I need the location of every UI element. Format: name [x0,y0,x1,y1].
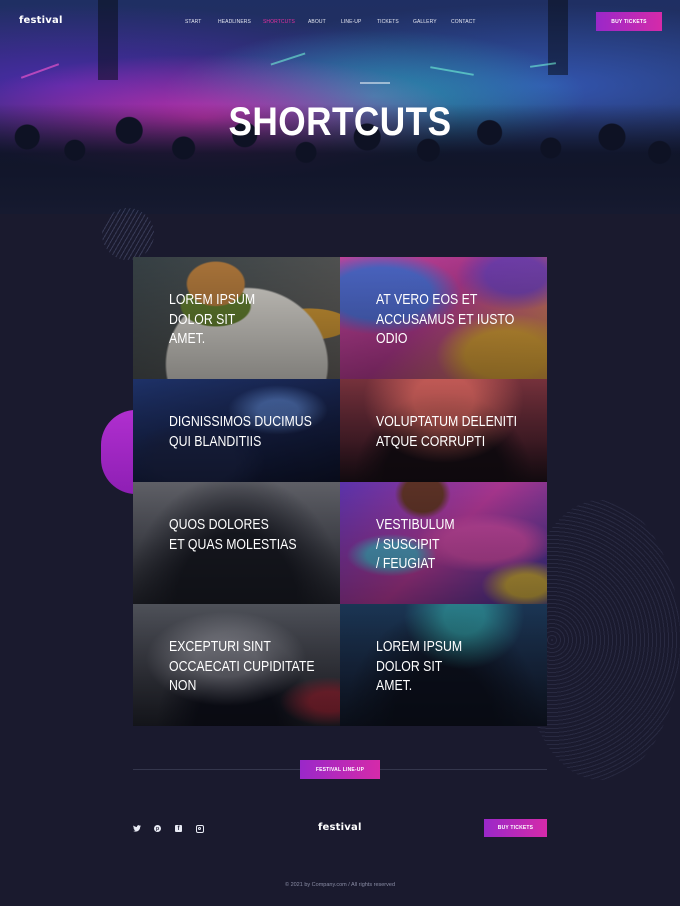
shortcut-tile[interactable]: VESTIBULUM / SUSCIPIT / FEUGIAT [340,482,547,604]
footer-buy-tickets-button[interactable]: BUY TICKETS [484,819,547,837]
shortcut-tile[interactable]: QUOS DOLORES ET QUAS MOLESTIAS [133,482,340,604]
facebook-icon-glyph: f [175,825,182,832]
twitter-icon[interactable] [132,824,141,833]
copyright-text: © 2021 by Company.com / All rights reser… [284,882,396,888]
pinterest-icon-glyph: p [154,825,161,832]
shortcut-label: EXCEPTURI SINT OCCAECATI CUPIDITATE NON [169,638,315,694]
stage-light [430,66,474,76]
stage-light [20,63,60,79]
shortcut-tile[interactable]: EXCEPTURI SINT OCCAECATI CUPIDITATE NON [133,604,340,726]
nav-item-line-up[interactable]: LINE-UP [341,19,361,25]
nav-item-gallery[interactable]: GALLERY [413,19,437,25]
buy-tickets-button[interactable]: BUY TICKETS [596,12,662,31]
instagram-icon[interactable] [195,824,204,833]
stage-light [360,82,390,84]
instagram-icon-glyph [195,824,204,833]
divider [380,769,547,770]
nav-item-shortcuts[interactable]: SHORTCUTS [263,19,295,25]
nav-item-headliners[interactable]: HEADLINERS [218,19,251,25]
pinterest-icon[interactable]: p [153,824,162,833]
shortcut-label: LOREM IPSUM DOLOR SIT AMET. [169,291,256,347]
shortcut-label: QUOS DOLORES ET QUAS MOLESTIAS [169,516,297,553]
shortcut-label: AT VERO EOS ET ACCUSAMUS ET IUSTO ODIO [376,291,515,347]
shortcut-label: DIGNISSIMOS DUCIMUS QUI BLANDITIIS [169,413,312,450]
shortcuts-grid: LOREM IPSUM DOLOR SIT AMET. AT VERO EOS … [133,257,547,726]
facebook-icon[interactable]: f [174,824,183,833]
nav-item-start[interactable]: START [185,19,201,25]
decorative-pattern [102,208,154,260]
shortcut-tile[interactable]: AT VERO EOS ET ACCUSAMUS ET IUSTO ODIO [340,257,547,379]
shortcut-tile[interactable]: LOREM IPSUM DOLOR SIT AMET. [340,604,547,726]
shortcut-tile[interactable]: DIGNISSIMOS DUCIMUS QUI BLANDITIIS [133,379,340,482]
nav-item-tickets[interactable]: TICKETS [377,19,399,25]
shortcut-tile[interactable]: LOREM IPSUM DOLOR SIT AMET. [133,257,340,379]
shortcut-label: LOREM IPSUM DOLOR SIT AMET. [376,638,463,694]
shortcut-label: VESTIBULUM / SUSCIPIT / FEUGIAT [376,516,455,572]
nav-item-about[interactable]: ABOUT [308,19,326,25]
twitter-icon-glyph [132,825,141,832]
divider [133,769,300,770]
stage-truss [98,0,118,80]
shortcut-label: VOLUPTATUM DELENITI ATQUE CORRUPTI [376,413,518,450]
footer-logo[interactable]: festival [318,822,362,833]
stage-light [270,52,306,66]
festival-line-up-button[interactable]: FESTIVAL LINE-UP [300,760,380,779]
nav-item-contact[interactable]: CONTACT [451,19,476,25]
page-title: SHORTCUTS [228,100,452,144]
shortcut-tile[interactable]: VOLUPTATUM DELENITI ATQUE CORRUPTI [340,379,547,482]
brand-logo[interactable]: festival [19,15,63,26]
